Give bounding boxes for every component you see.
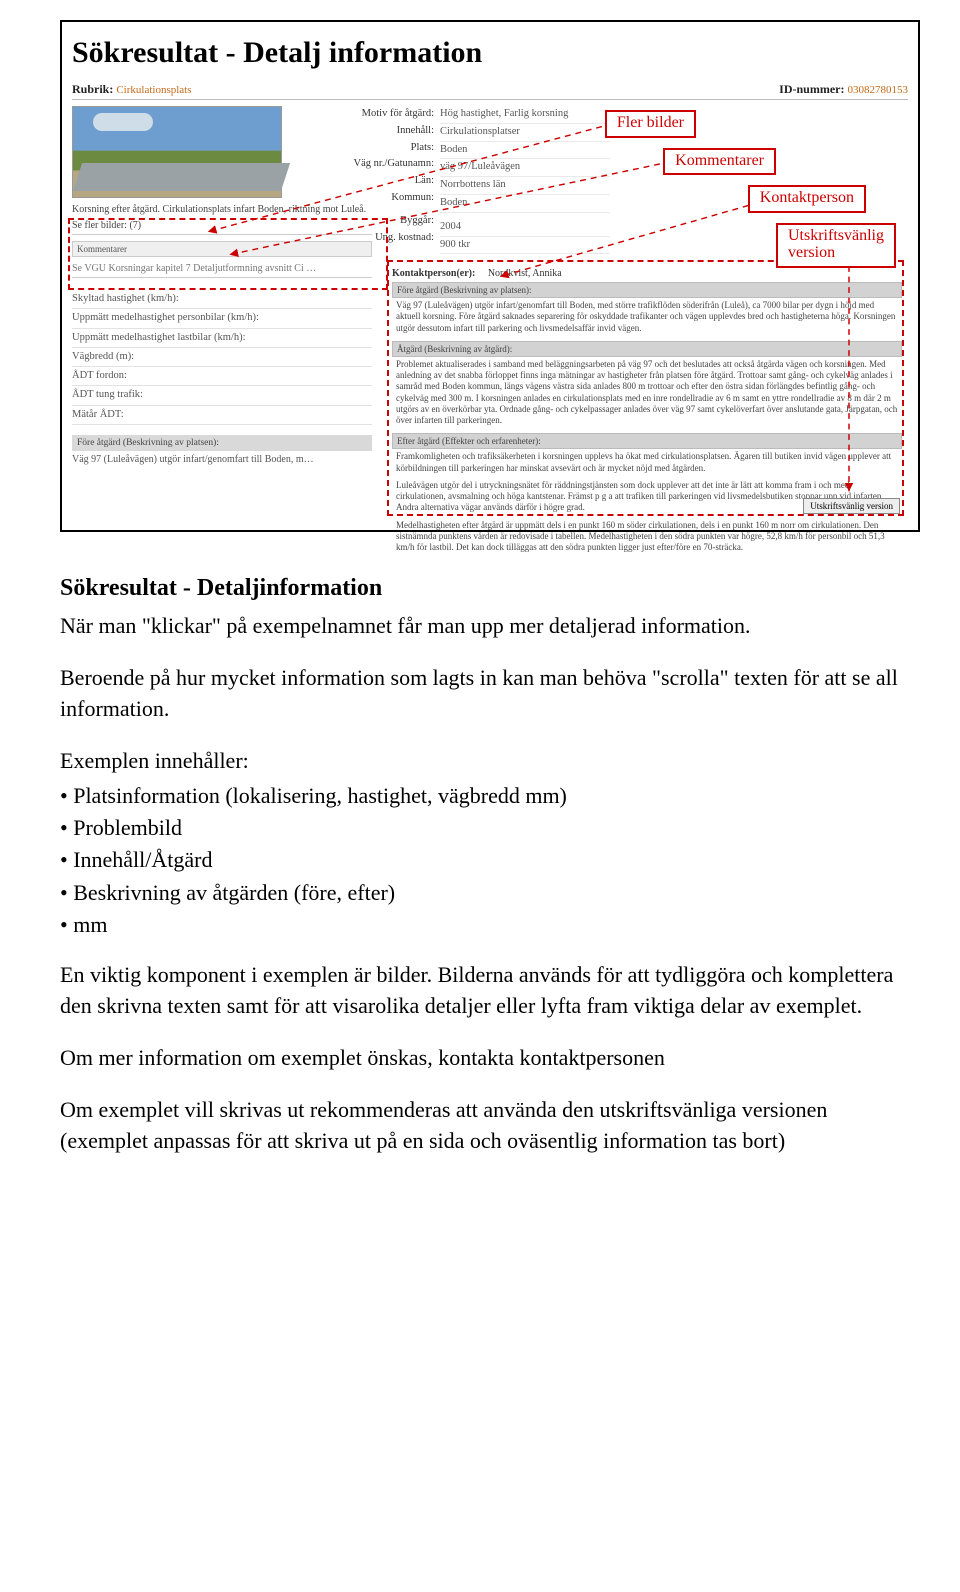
photo-sky-icon — [93, 113, 153, 131]
field-skyltad: Skyltad hastighet (km/h): — [72, 290, 372, 309]
list-item: Beskrivning av åtgärden (före, efter) — [60, 878, 920, 908]
list-item: Problembild — [60, 813, 920, 843]
val-kostnad: 900 tkr — [440, 237, 610, 255]
val-vag: väg 97/Luleåvägen — [440, 159, 610, 177]
lbl-vag: Väg nr./Gatunamn: — [286, 156, 434, 173]
callout-utskrift: Utskriftsvänlig version — [776, 223, 896, 268]
print-friendly-button[interactable]: Utskriftsvänlig version — [803, 498, 900, 514]
body-list: Platsinformation (lokalisering, hastighe… — [60, 781, 920, 941]
callout-kommentarer: Kommentarer — [663, 148, 776, 176]
id-value: 03082780153 — [848, 84, 909, 96]
rubrik: Rubrik: Cirkulationsplats — [72, 82, 192, 97]
panel-body: Korsning efter åtgärd. Cirkulationsplats… — [72, 100, 908, 520]
lbl-motiv: Motiv för åtgärd: — [286, 106, 434, 123]
body-list-lead: Exemplen innehåller: — [60, 746, 920, 776]
list-item: mm — [60, 910, 920, 940]
callout-kontaktperson: Kontaktperson — [748, 185, 866, 213]
field-vagbredd: Vägbredd (m): — [72, 348, 372, 367]
callout-fler-bilder: Fler bilder — [605, 110, 696, 138]
fore-atgard-header-left: Före åtgärd (Beskrivning av platsen): — [72, 435, 372, 451]
field-adt-tung: ÅDT tung trafik: — [72, 386, 372, 405]
body-p5: Om exemplet vill skrivas ut rekommendera… — [60, 1095, 920, 1156]
block-text-3: Framkomligheten och trafiksäkerheten i k… — [392, 449, 902, 478]
header-line: Rubrik: Cirkulationsplats ID-nummer: 030… — [72, 82, 908, 100]
field-personbil: Uppmätt medelhastighet personbilar (km/h… — [72, 309, 372, 328]
list-item: Platsinformation (lokalisering, hastighe… — [60, 781, 920, 811]
body-p4: Om mer information om exemplet önskas, k… — [60, 1043, 920, 1073]
center-labels: Motiv för åtgärd: Innehåll: Plats: Väg n… — [286, 106, 434, 246]
fore-atgard-line: Väg 97 (Luleåvägen) utgör infart/genomfa… — [72, 451, 372, 468]
lbl-kommun: Kommun: — [286, 190, 434, 207]
val-innehall: Cirkulationsplatser — [440, 124, 610, 142]
block-text-5: Medelhastigheten efter åtgärd är uppmätt… — [392, 518, 902, 558]
block-text-1: Väg 97 (Luleåvägen) utgör infart/genomfa… — [392, 298, 902, 338]
lbl-lan: Län: — [286, 173, 434, 190]
rubrik-label: Rubrik: — [72, 82, 113, 96]
kontakt-label: Kontaktperson(er): — [392, 268, 475, 279]
photo-road-icon — [73, 163, 290, 191]
lbl-byggar: Byggår: — [286, 213, 434, 230]
id-label: ID-nummer: — [779, 82, 844, 96]
block-head-1: Före åtgärd (Beskrivning av platsen): — [392, 282, 902, 298]
rubrik-value: Cirkulationsplats — [116, 84, 191, 96]
body-p3: En viktig komponent i exemplen är bilder… — [60, 960, 920, 1021]
field-list: Skyltad hastighet (km/h): Uppmätt medelh… — [72, 290, 372, 425]
idnum: ID-nummer: 03082780153 — [779, 82, 908, 97]
center-values: Hög hastighet, Farlig korsning Cirkulati… — [440, 106, 610, 254]
lbl-kostnad: Ung. kostnad: — [286, 230, 434, 247]
kontakt-value: Nordkvist, Annika — [488, 268, 562, 279]
block-head-2: Åtgärd (Beskrivning av åtgärd): — [392, 341, 902, 357]
callout-stack: Fler bilder Kommentarer Kontaktperson Ut… — [605, 110, 896, 268]
val-motiv: Hög hastighet, Farlig korsning — [440, 106, 610, 124]
val-kommun: Boden — [440, 195, 610, 213]
detail-photo[interactable] — [72, 106, 282, 198]
vgu-link[interactable]: Se VGU Korsningar kapitel 7 Detaljutform… — [72, 263, 372, 278]
lbl-innehall: Innehåll: — [286, 123, 434, 140]
field-adt-fordon: ÅDT fordon: — [72, 367, 372, 386]
kontakt-row: Kontaktperson(er): Nordkvist, Annika — [392, 268, 902, 279]
body-text: Sökresultat - Detaljinformation När man … — [60, 572, 920, 1156]
block-head-3: Efter åtgärd (Effekter och erfarenheter)… — [392, 433, 902, 449]
body-p1: När man "klickar" på exempelnamnet får m… — [60, 611, 920, 641]
panel-title: Sökresultat - Detalj information — [72, 36, 908, 70]
body-heading: Sökresultat - Detaljinformation — [60, 572, 920, 605]
block-text-2: Problemet aktualiserades i samband med b… — [392, 357, 902, 431]
val-byggar: 2004 — [440, 219, 610, 237]
body-p2: Beroende på hur mycket information som l… — [60, 663, 920, 724]
val-lan: Norrbottens län — [440, 177, 610, 195]
field-lastbil: Uppmätt medelhastighet lastbilar (km/h): — [72, 329, 372, 348]
list-item: Innehåll/Åtgärd — [60, 845, 920, 875]
lbl-plats: Plats: — [286, 140, 434, 157]
val-plats: Boden — [440, 142, 610, 160]
screenshot-panel: Sökresultat - Detalj information Rubrik:… — [60, 20, 920, 532]
field-matar: Mätår ÅDT: — [72, 406, 372, 425]
